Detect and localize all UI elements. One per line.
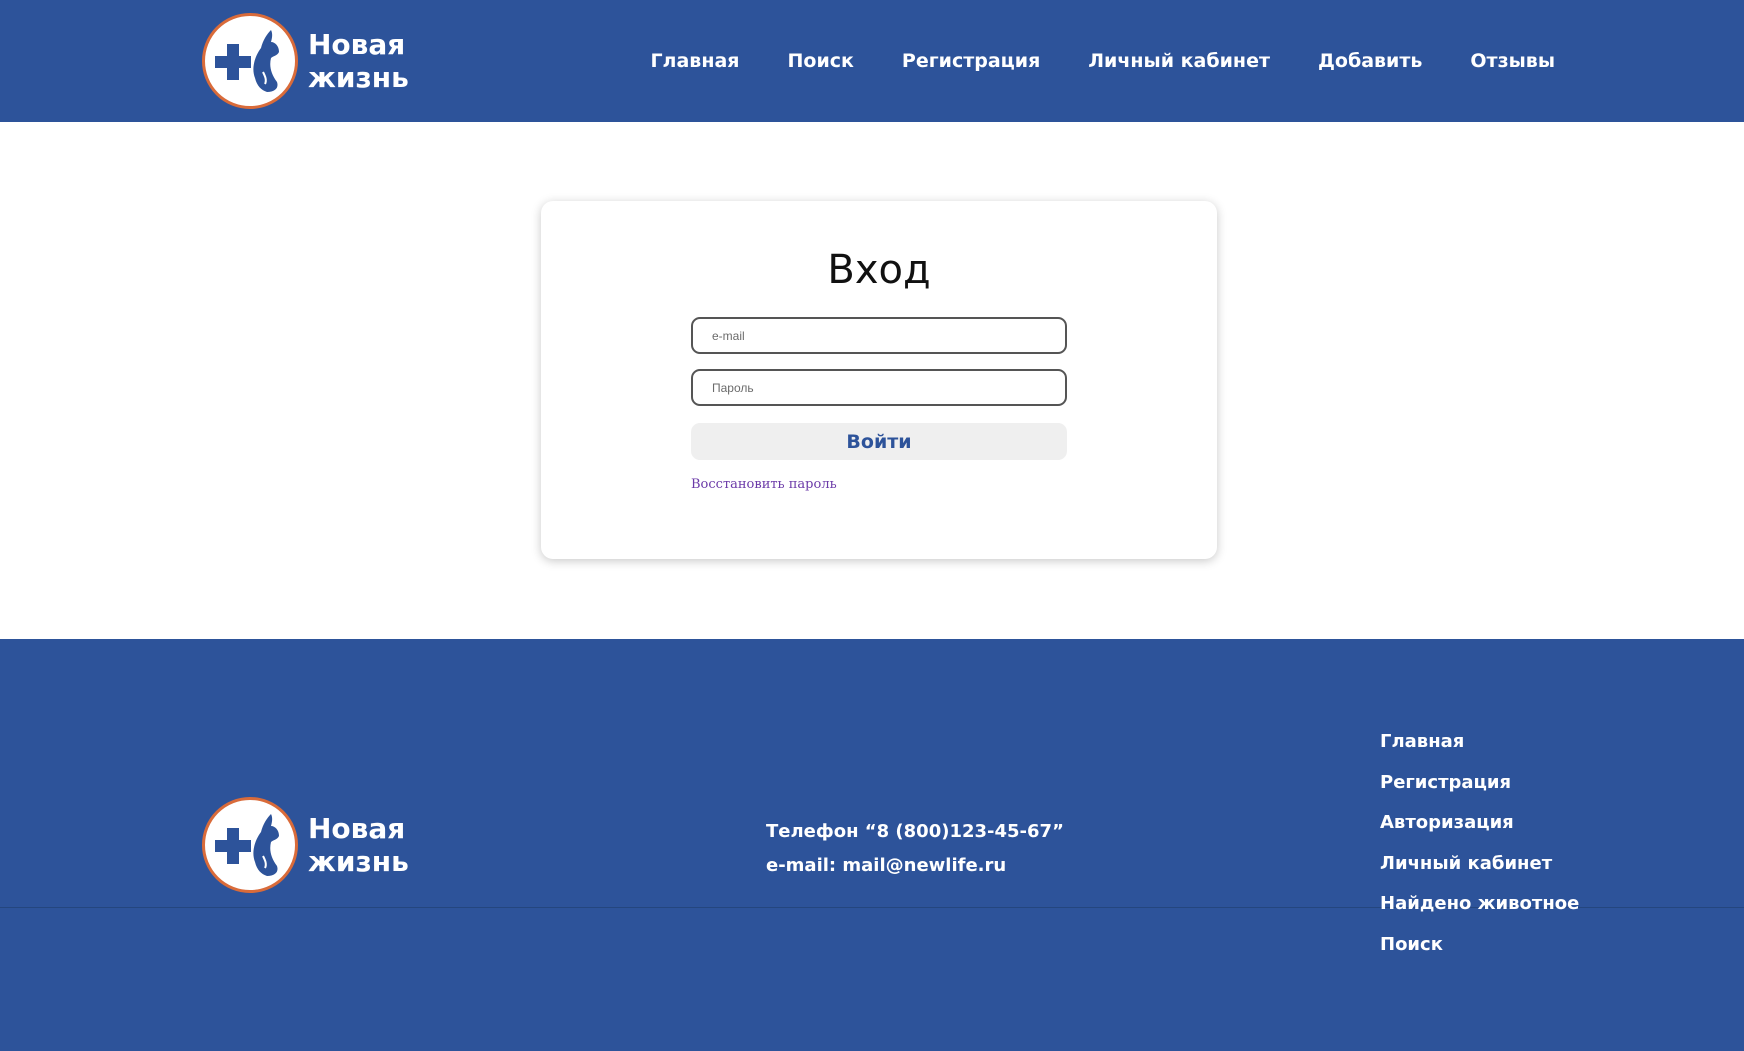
footer-nav: Главная Регистрация Авторизация Личный к… <box>1380 731 1579 975</box>
login-button[interactable]: Войти <box>691 423 1067 460</box>
nav-link-add[interactable]: Добавить <box>1318 50 1422 72</box>
brand-name-line2: жизнь <box>308 845 409 878</box>
nav-link-home[interactable]: Главная <box>650 50 739 72</box>
nav-link-reviews[interactable]: Отзывы <box>1470 50 1555 72</box>
footer-link-account[interactable]: Личный кабинет <box>1380 853 1579 894</box>
email-field[interactable] <box>691 317 1067 354</box>
header-logo[interactable]: Новая жизнь <box>202 13 409 109</box>
login-card: Вход Войти Восстановить пароль <box>541 201 1217 559</box>
main-nav: Главная Поиск Регистрация Личный кабинет… <box>650 0 1555 122</box>
restore-password-link[interactable]: Восстановить пароль <box>691 477 837 492</box>
footer-link-login[interactable]: Авторизация <box>1380 812 1579 853</box>
brand-name-line2: жизнь <box>308 61 409 94</box>
password-field[interactable] <box>691 369 1067 406</box>
footer-contacts: Телефон “8 (800)123-45-67” e-mail: mail@… <box>766 815 1064 883</box>
footer-link-search[interactable]: Поиск <box>1380 934 1579 975</box>
medical-cross-pets-icon <box>202 13 298 109</box>
site-header: Новая жизнь Главная Поиск Регистрация Ли… <box>0 0 1744 122</box>
medical-cross-pets-icon <box>202 797 298 893</box>
nav-link-registration[interactable]: Регистрация <box>902 50 1040 72</box>
footer-phone: Телефон “8 (800)123-45-67” <box>766 821 1064 842</box>
brand-name: Новая жизнь <box>308 28 409 94</box>
brand-name: Новая жизнь <box>308 812 409 878</box>
footer-link-registration[interactable]: Регистрация <box>1380 772 1579 813</box>
login-title: Вход <box>827 247 931 293</box>
site-footer: Новая жизнь Телефон “8 (800)123-45-67” e… <box>0 639 1744 1051</box>
nav-link-account[interactable]: Личный кабинет <box>1088 50 1270 72</box>
footer-link-found-animal[interactable]: Найдено животное <box>1380 893 1579 934</box>
nav-link-search[interactable]: Поиск <box>787 50 853 72</box>
footer-logo[interactable]: Новая жизнь <box>202 797 409 893</box>
brand-name-line1: Новая <box>308 812 406 845</box>
brand-name-line1: Новая <box>308 28 406 61</box>
footer-email: e-mail: mail@newlife.ru <box>766 855 1007 876</box>
footer-link-home[interactable]: Главная <box>1380 731 1579 772</box>
